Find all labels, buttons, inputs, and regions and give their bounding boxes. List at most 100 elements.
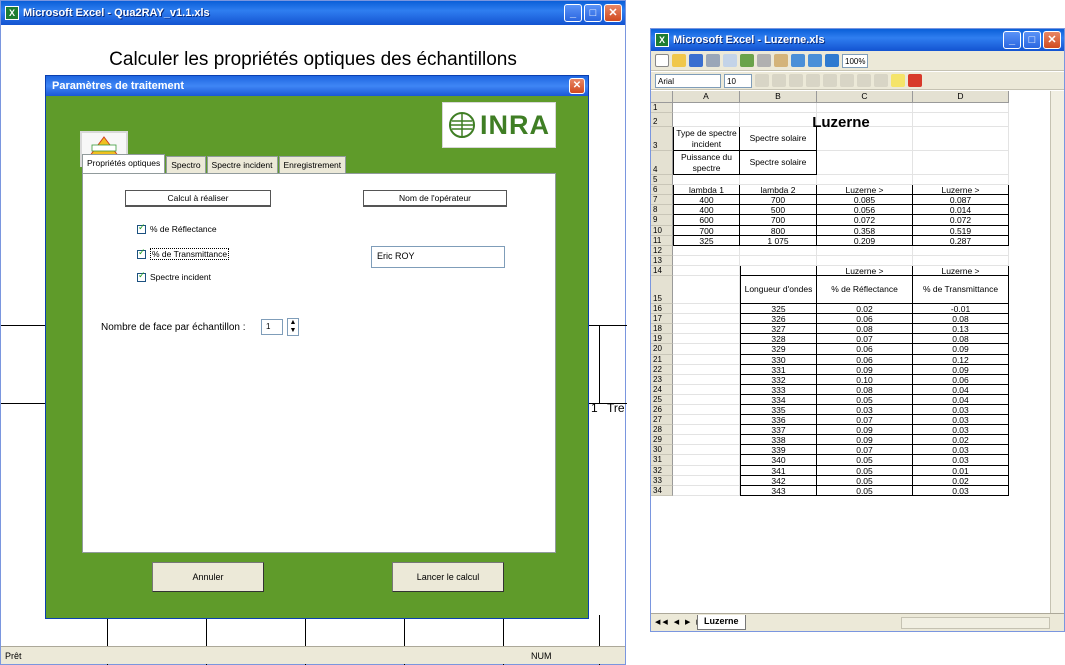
save-icon[interactable] xyxy=(689,54,703,67)
merge-center-icon[interactable] xyxy=(823,74,837,87)
window-titlebar[interactable]: X Microsoft Excel - Qua2RAY_v1.1.xls _ □… xyxy=(1,1,625,25)
zoom-select[interactable]: 100% xyxy=(842,53,869,68)
table-cell[interactable] xyxy=(673,415,740,426)
table-cell[interactable]: % de Réflectance xyxy=(817,276,913,305)
print-icon[interactable] xyxy=(706,54,720,67)
table-cell[interactable]: 328 xyxy=(740,334,817,345)
row-header[interactable]: 2 xyxy=(651,113,673,128)
table-cell[interactable] xyxy=(673,276,740,305)
table-cell[interactable]: 0.07 xyxy=(817,334,913,345)
table-cell[interactable]: 0.08 xyxy=(913,334,1009,345)
table-cell[interactable]: 0.209 xyxy=(817,235,913,246)
table-cell[interactable]: 0.07 xyxy=(817,445,913,456)
table-cell[interactable]: 0.06 xyxy=(817,354,913,365)
table-cell[interactable] xyxy=(673,324,740,335)
row-header[interactable]: 13 xyxy=(651,255,673,266)
currency-icon[interactable] xyxy=(857,74,871,87)
table-cell[interactable]: 0.03 xyxy=(913,445,1009,456)
table-cell[interactable]: 0.03 xyxy=(913,415,1009,426)
align-center-icon[interactable] xyxy=(789,74,803,87)
fill-color-icon[interactable] xyxy=(891,74,905,87)
table-cell[interactable] xyxy=(913,255,1009,266)
row-header[interactable]: 25 xyxy=(651,394,673,405)
table-cell[interactable]: 0.09 xyxy=(817,364,913,375)
table-cell[interactable] xyxy=(673,374,740,385)
row-header[interactable]: 12 xyxy=(651,245,673,256)
minimize-button[interactable]: _ xyxy=(1003,31,1021,49)
table-cell[interactable]: 0.05 xyxy=(817,465,913,476)
table-cell[interactable] xyxy=(673,445,740,456)
tab-incident-spectrum[interactable]: Spectre incident xyxy=(206,156,278,173)
table-cell[interactable]: 326 xyxy=(740,314,817,325)
table-cell[interactable]: 0.072 xyxy=(913,215,1009,226)
table-cell[interactable] xyxy=(817,151,913,176)
row-header[interactable]: 26 xyxy=(651,404,673,416)
table-cell[interactable]: 334 xyxy=(740,394,817,405)
table-cell[interactable] xyxy=(913,175,1009,186)
table-cell[interactable]: 500 xyxy=(740,205,817,216)
tab-optical-properties[interactable]: Propriétés optiques xyxy=(82,154,166,173)
table-cell[interactable]: 0.087 xyxy=(913,195,1009,206)
table-cell[interactable] xyxy=(673,455,740,466)
close-button[interactable]: ✕ xyxy=(1043,31,1061,49)
table-cell[interactable]: 0.519 xyxy=(913,225,1009,236)
column-header[interactable]: D xyxy=(913,91,1009,103)
column-header[interactable]: A xyxy=(673,91,740,103)
table-cell[interactable]: Spectre solaire xyxy=(740,151,817,176)
table-cell[interactable] xyxy=(673,435,740,446)
table-cell[interactable]: 800 xyxy=(740,225,817,236)
table-cell[interactable] xyxy=(673,364,740,375)
reflectance-checkbox[interactable]: % de Réflectance xyxy=(137,223,217,234)
table-cell[interactable] xyxy=(817,175,913,186)
row-header[interactable]: 9 xyxy=(651,215,673,226)
table-cell[interactable]: % de Transmittance xyxy=(913,276,1009,305)
faces-spinner[interactable]: ▲ ▼ xyxy=(287,318,299,336)
horizontal-scrollbar[interactable] xyxy=(901,617,1050,629)
row-header[interactable]: 17 xyxy=(651,314,673,325)
table-cell[interactable]: 0.08 xyxy=(817,384,913,395)
table-cell[interactable]: 0.056 xyxy=(817,205,913,216)
row-header[interactable]: 29 xyxy=(651,435,673,446)
table-cell[interactable]: 0.04 xyxy=(913,394,1009,405)
table-cell[interactable]: 0.02 xyxy=(913,435,1009,446)
table-cell[interactable]: 0.09 xyxy=(817,435,913,446)
table-cell[interactable] xyxy=(817,245,913,256)
vertical-scrollbar[interactable] xyxy=(1050,91,1064,613)
table-cell[interactable]: 0.03 xyxy=(913,404,1009,416)
table-cell[interactable]: 333 xyxy=(740,384,817,395)
row-header[interactable]: 8 xyxy=(651,205,673,216)
table-cell[interactable]: 329 xyxy=(740,344,817,355)
preview-icon[interactable] xyxy=(723,54,737,67)
table-cell[interactable]: 332 xyxy=(740,374,817,385)
row-header[interactable]: 6 xyxy=(651,185,673,196)
tab-spectro[interactable]: Spectro xyxy=(166,156,206,173)
open-folder-icon[interactable] xyxy=(672,54,686,67)
column-header[interactable]: C xyxy=(817,91,913,103)
row-header[interactable]: 7 xyxy=(651,195,673,206)
font-color-icon[interactable] xyxy=(908,74,922,87)
table-cell[interactable]: lambda 2 xyxy=(740,185,817,196)
table-cell[interactable]: 0.09 xyxy=(913,344,1009,355)
table-cell[interactable] xyxy=(740,245,817,256)
table-cell[interactable]: 1 075 xyxy=(740,235,817,246)
align-right-icon[interactable] xyxy=(806,74,820,87)
table-cell[interactable] xyxy=(673,103,740,114)
table-cell[interactable] xyxy=(740,175,817,186)
table-cell[interactable] xyxy=(673,485,740,496)
operator-name-input[interactable]: Eric ROY xyxy=(371,246,505,268)
minimize-button[interactable]: _ xyxy=(564,4,582,22)
table-cell[interactable] xyxy=(817,103,913,114)
incident-spectrum-checkbox[interactable]: Spectre incident xyxy=(137,271,211,282)
spreadsheet-grid[interactable]: 1 2 3 Type de spectre incident Spectre solai… xyxy=(651,103,1050,496)
row-header[interactable]: 24 xyxy=(651,384,673,395)
table-cell[interactable] xyxy=(673,354,740,365)
row-header[interactable]: 33 xyxy=(651,475,673,486)
table-cell[interactable]: 0.03 xyxy=(913,425,1009,436)
table-cell[interactable]: 339 xyxy=(740,445,817,456)
row-header[interactable]: 32 xyxy=(651,465,673,476)
bold-icon[interactable] xyxy=(755,74,769,87)
maximize-button[interactable]: □ xyxy=(1023,31,1041,49)
table-cell[interactable] xyxy=(673,334,740,345)
table-cell[interactable]: 0.04 xyxy=(913,384,1009,395)
table-cell[interactable]: 337 xyxy=(740,425,817,436)
